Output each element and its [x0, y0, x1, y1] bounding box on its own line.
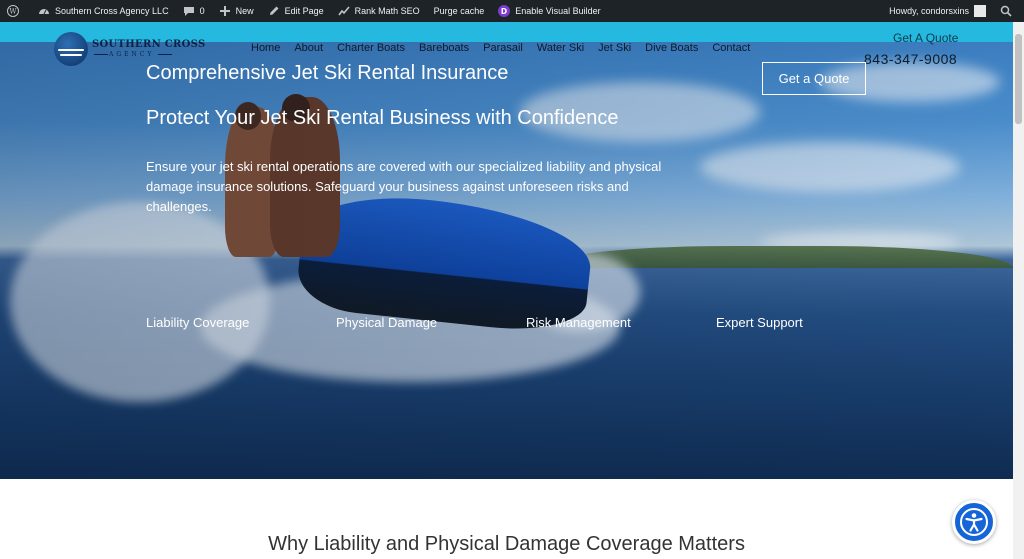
avatar [974, 5, 986, 17]
hero-description: Ensure your jet ski rental operations ar… [146, 159, 662, 214]
accessibility-button[interactable] [952, 500, 996, 544]
pencil-icon [269, 6, 279, 15]
comment-icon [183, 7, 194, 16]
new-label: New [235, 6, 254, 16]
edit-page-label: Edit Page [284, 6, 324, 16]
logo-name: SOUTHERN CROSS [92, 39, 206, 50]
edit-page-link[interactable]: Edit Page [261, 0, 331, 22]
rank-math-label: Rank Math SEO [354, 6, 420, 16]
purge-cache-label: Purge cache [433, 6, 485, 16]
comments-link[interactable]: 0 [176, 0, 212, 22]
nav-contact[interactable]: Contact [705, 42, 757, 54]
wordpress-logo-button[interactable]: W [0, 0, 31, 22]
nav-parasail[interactable]: Parasail [476, 42, 530, 54]
header-phone-number[interactable]: 843-347-9008 [864, 51, 957, 67]
feature-risk-management: Risk Management [526, 315, 631, 330]
logo-sub: AGENCY [109, 51, 155, 58]
feature-physical-damage: Physical Damage [336, 315, 438, 330]
comments-count: 0 [199, 6, 205, 16]
wordpress-icon: W [7, 5, 19, 17]
site-name-link[interactable]: Southern Cross Agency LLC [31, 0, 176, 22]
dashboard-icon [39, 9, 49, 15]
new-content-link[interactable]: New [212, 0, 261, 22]
svg-text:W: W [9, 8, 17, 16]
divi-icon: D [498, 5, 511, 17]
site-name-label: Southern Cross Agency LLC [55, 6, 169, 16]
nav-dive-boats[interactable]: Dive Boats [638, 42, 705, 54]
feature-expert-support: Expert Support [716, 315, 803, 330]
header-quote-link[interactable]: Get A Quote [893, 31, 958, 45]
admin-bar: W Southern Cross Agency LLC 0 New Edit P… [0, 0, 1024, 22]
visual-builder-link[interactable]: D Enable Visual Builder [491, 0, 607, 22]
greeting-label: Howdy, condorsxins [889, 6, 969, 16]
nav-charter-boats[interactable]: Charter Boats [330, 42, 412, 54]
visual-builder-label: Enable Visual Builder [515, 6, 601, 16]
nav-bareboats[interactable]: Bareboats [412, 42, 476, 54]
main-navigation: Home About Charter Boats Bareboats Paras… [244, 42, 757, 54]
hero-title: Comprehensive Jet Ski Rental Insurance [146, 62, 509, 84]
nav-water-ski[interactable]: Water Ski [530, 42, 591, 54]
nav-about[interactable]: About [287, 42, 330, 54]
nav-jet-ski[interactable]: Jet Ski [591, 42, 638, 54]
hero-subtitle: Protect Your Jet Ski Rental Business wit… [146, 107, 619, 129]
nav-home[interactable]: Home [244, 42, 287, 54]
search-icon [1000, 5, 1012, 17]
scrollbar-thumb[interactable] [1015, 34, 1022, 124]
get-a-quote-button[interactable]: Get a Quote [762, 62, 866, 95]
accessibility-icon [960, 508, 988, 536]
admin-search-button[interactable] [993, 0, 1024, 22]
plus-icon [219, 6, 230, 16]
rank-math-icon [338, 6, 350, 16]
account-menu[interactable]: Howdy, condorsxins [882, 0, 993, 22]
section-title: Why Liability and Physical Damage Covera… [268, 533, 745, 555]
feature-liability-coverage: Liability Coverage [146, 315, 250, 330]
svg-text:D: D [501, 7, 507, 16]
purge-cache-link[interactable]: Purge cache [427, 0, 492, 22]
rank-math-link[interactable]: Rank Math SEO [331, 0, 427, 22]
